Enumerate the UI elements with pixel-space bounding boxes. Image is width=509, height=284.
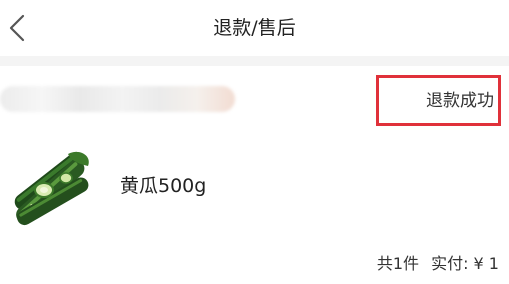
status-highlight-box: 退款成功 — [376, 75, 501, 126]
product-name: 黄瓜500g — [120, 175, 207, 197]
refund-status-text: 退款成功 — [426, 91, 494, 111]
nav-bar: 退款/售后 — [0, 0, 509, 56]
cucumber-image — [8, 142, 96, 226]
item-count: 共1件 — [376, 254, 420, 273]
summary-text: 共1件 实付: ¥ 1 — [377, 252, 499, 276]
product-row[interactable]: 黄瓜500g — [0, 132, 509, 240]
section-divider — [0, 56, 509, 66]
page-title: 退款/售后 — [213, 17, 296, 39]
order-number-redacted — [0, 86, 235, 112]
order-header: 退款成功 — [0, 66, 509, 132]
order-summary: 共1件 实付: ¥ 1 — [0, 240, 509, 284]
paid-amount: 实付: ¥ 1 — [431, 254, 499, 273]
